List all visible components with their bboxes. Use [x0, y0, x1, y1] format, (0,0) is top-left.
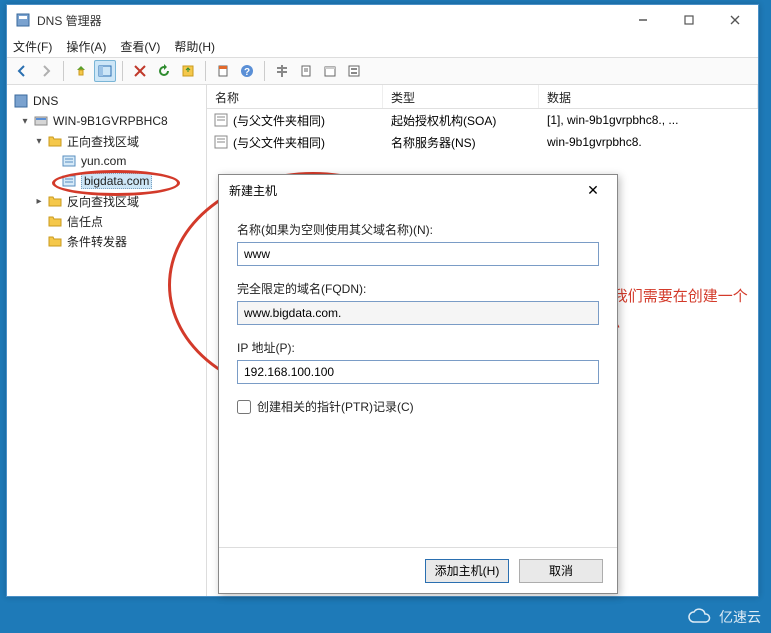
up-button[interactable]	[70, 60, 92, 82]
record-icon	[213, 112, 229, 128]
new-record-button[interactable]	[295, 60, 317, 82]
cancel-button[interactable]: 取消	[519, 559, 603, 583]
folder-icon	[47, 193, 63, 209]
back-button[interactable]	[11, 60, 33, 82]
close-button[interactable]	[712, 5, 758, 35]
folder-icon	[47, 133, 63, 149]
zone-icon	[61, 173, 77, 189]
tree-root-dns[interactable]: DNS	[11, 91, 202, 111]
new-host-button[interactable]	[343, 60, 365, 82]
app-icon	[15, 12, 31, 28]
show-hide-tree-button[interactable]	[94, 60, 116, 82]
name-input[interactable]	[237, 242, 599, 266]
menubar: 文件(F) 操作(A) 查看(V) 帮助(H)	[7, 35, 758, 57]
tree-forward-zones[interactable]: ▾ 正向查找区域	[11, 131, 202, 151]
record-icon	[213, 134, 229, 150]
expander-icon[interactable]: ▾	[33, 136, 45, 147]
menu-help[interactable]: 帮助(H)	[174, 38, 215, 55]
expander-icon[interactable]: ▸	[33, 196, 45, 207]
list-row[interactable]: (与父文件夹相同) 名称服务器(NS) win-9b1gvrpbhc8.	[207, 131, 758, 153]
watermark: 亿速云	[687, 607, 761, 627]
forward-button[interactable]	[35, 60, 57, 82]
maximize-button[interactable]	[666, 5, 712, 35]
export-button[interactable]	[177, 60, 199, 82]
dns-icon	[13, 93, 29, 109]
dialog-title: 新建主机	[229, 182, 579, 199]
svg-text:?: ?	[244, 67, 250, 78]
toolbar: ?	[7, 57, 758, 85]
window-title: DNS 管理器	[37, 12, 620, 29]
ptr-checkbox[interactable]	[237, 400, 251, 414]
menu-view[interactable]: 查看(V)	[120, 38, 160, 55]
dialog-close-button[interactable]: ✕	[579, 179, 607, 201]
help-button[interactable]: ?	[236, 60, 258, 82]
menu-file[interactable]: 文件(F)	[13, 38, 52, 55]
refresh-button[interactable]	[153, 60, 175, 82]
cloud-icon	[687, 608, 713, 626]
minimize-button[interactable]	[620, 5, 666, 35]
dialog-titlebar[interactable]: 新建主机 ✕	[219, 175, 617, 205]
zone-icon	[61, 153, 77, 169]
name-label: 名称(如果为空则使用其父域名称)(N):	[237, 221, 599, 238]
ip-input[interactable]	[237, 360, 599, 384]
folder-icon	[47, 233, 63, 249]
server-icon	[33, 113, 49, 129]
menu-action[interactable]: 操作(A)	[66, 38, 106, 55]
col-data[interactable]: 数据	[539, 85, 758, 108]
list-row[interactable]: (与父文件夹相同) 起始授权机构(SOA) [1], win-9b1gvrpbh…	[207, 109, 758, 131]
col-type[interactable]: 类型	[383, 85, 539, 108]
expander-icon[interactable]: ▾	[19, 116, 31, 127]
ptr-label: 创建相关的指针(PTR)记录(C)	[257, 398, 414, 415]
new-host-dialog: 新建主机 ✕ 名称(如果为空则使用其父域名称)(N): 完全限定的域名(FQDN…	[218, 174, 618, 594]
tree-server[interactable]: ▾ WIN-9B1GVRPBHC8	[11, 111, 202, 131]
delete-button[interactable]	[129, 60, 151, 82]
tree-pane: DNS ▾ WIN-9B1GVRPBHC8 ▾ 正向查找区域 yun.com b…	[7, 85, 207, 596]
list-header: 名称 类型 数据	[207, 85, 758, 109]
properties-button[interactable]	[212, 60, 234, 82]
tree-conditional-forwarders[interactable]: 条件转发器	[11, 231, 202, 251]
ip-label: IP 地址(P):	[237, 339, 599, 356]
add-host-button[interactable]: 添加主机(H)	[425, 559, 509, 583]
fqdn-input	[237, 301, 599, 325]
titlebar[interactable]: DNS 管理器	[7, 5, 758, 35]
col-name[interactable]: 名称	[207, 85, 383, 108]
fqdn-label: 完全限定的域名(FQDN):	[237, 280, 599, 297]
tree-trust-points[interactable]: 信任点	[11, 211, 202, 231]
new-zone-button[interactable]	[319, 60, 341, 82]
filter-button[interactable]	[271, 60, 293, 82]
tree-zone-bigdata[interactable]: bigdata.com	[11, 171, 202, 191]
tree-zone-yun[interactable]: yun.com	[11, 151, 202, 171]
tree-reverse-zones[interactable]: ▸ 反向查找区域	[11, 191, 202, 211]
folder-icon	[47, 213, 63, 229]
